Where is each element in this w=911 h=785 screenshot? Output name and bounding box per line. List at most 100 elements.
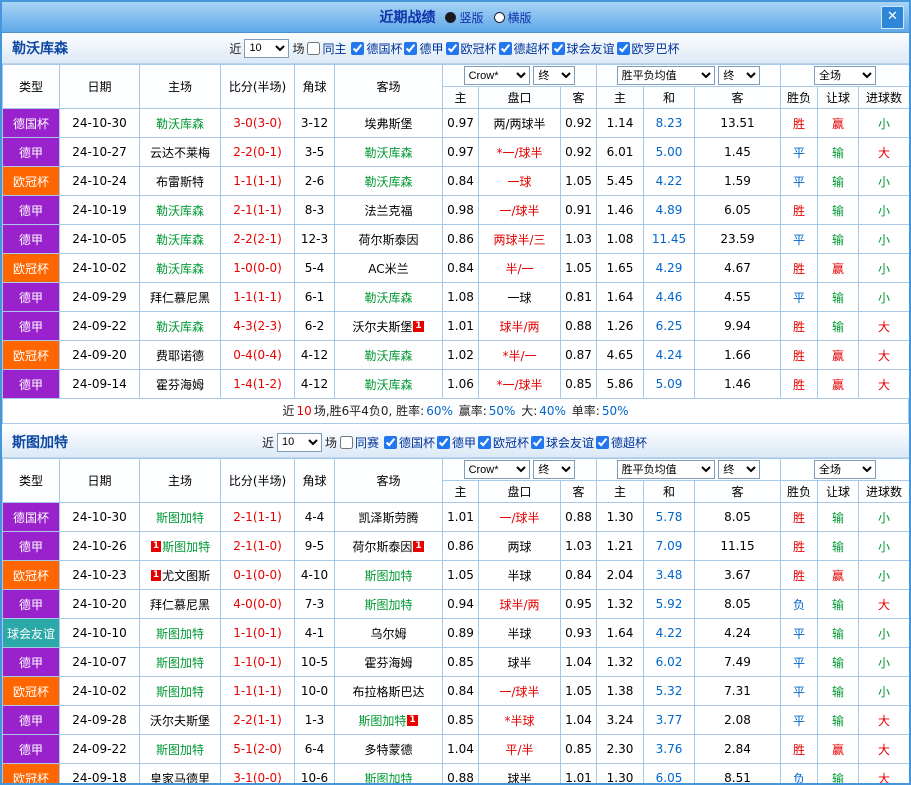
away-team[interactable]: 沃尔夫斯堡1 xyxy=(335,312,443,341)
home-team[interactable]: 1尤文图斯 xyxy=(140,561,221,590)
same-checkbox[interactable] xyxy=(340,436,353,449)
away-team[interactable]: 斯图加特 xyxy=(335,561,443,590)
home-team-name: 斯图加特 xyxy=(162,540,210,554)
away-team[interactable]: 勒沃库森 xyxy=(335,341,443,370)
league-checkbox[interactable] xyxy=(404,42,417,55)
away-team[interactable]: 霍芬海姆 xyxy=(335,648,443,677)
away-team[interactable]: 荷尔斯泰因1 xyxy=(335,532,443,561)
away-team[interactable]: AC米兰 xyxy=(335,254,443,283)
match-count-select[interactable]: 10 xyxy=(244,39,289,58)
layout-vertical-radio[interactable]: 竖版 xyxy=(445,9,483,26)
league-filter[interactable]: 德国杯 xyxy=(384,434,435,451)
league-filter[interactable]: 德甲 xyxy=(437,434,476,451)
odds-time-select[interactable]: 终 xyxy=(533,460,575,479)
league-checkbox[interactable] xyxy=(617,42,630,55)
league-checkbox[interactable] xyxy=(596,436,609,449)
home-team[interactable]: 拜仁慕尼黑 xyxy=(140,283,221,312)
away-team[interactable]: 乌尔姆 xyxy=(335,619,443,648)
league-checkbox[interactable] xyxy=(552,42,565,55)
match-count-select[interactable]: 10 xyxy=(277,433,322,452)
home-team[interactable]: 勒沃库森 xyxy=(140,109,221,138)
away-team[interactable]: 斯图加特 xyxy=(335,764,443,785)
home-team[interactable]: 斯图加特 xyxy=(140,503,221,532)
home-team[interactable]: 云达不莱梅 xyxy=(140,138,221,167)
home-odds: 0.85 xyxy=(443,706,479,735)
corner-cell: 1-3 xyxy=(295,706,335,735)
same-checkbox[interactable] xyxy=(307,42,320,55)
avg-lose: 1.66 xyxy=(695,341,781,370)
league-filter[interactable]: 球会友谊 xyxy=(552,40,615,57)
close-button[interactable]: ✕ xyxy=(881,6,904,29)
home-team-name: 勒沃库森 xyxy=(156,233,204,247)
league-checkbox[interactable] xyxy=(446,42,459,55)
odds-company-select[interactable]: Crow* xyxy=(464,66,530,85)
away-team[interactable]: 埃弗斯堡 xyxy=(335,109,443,138)
away-team[interactable]: 勒沃库森 xyxy=(335,370,443,399)
league-filter[interactable]: 德超杯 xyxy=(596,434,647,451)
league-checkbox[interactable] xyxy=(531,436,544,449)
home-team-name: 斯图加特 xyxy=(156,685,204,699)
away-team[interactable]: 斯图加特 xyxy=(335,590,443,619)
window-title: 近期战绩 xyxy=(379,7,435,27)
home-team[interactable]: 斯图加特 xyxy=(140,735,221,764)
home-team[interactable]: 斯图加特 xyxy=(140,648,221,677)
league-filter[interactable]: 欧冠杯 xyxy=(478,434,529,451)
league-filter[interactable]: 欧冠杯 xyxy=(446,40,497,57)
home-team[interactable]: 布雷斯特 xyxy=(140,167,221,196)
col-date: 日期 xyxy=(60,65,140,109)
home-team[interactable]: 斯图加特 xyxy=(140,619,221,648)
avg-time-select[interactable]: 终 xyxy=(718,460,760,479)
league-checkbox[interactable] xyxy=(384,436,397,449)
home-team[interactable]: 皇家马德里 xyxy=(140,764,221,785)
result-cell: 平 xyxy=(781,706,818,735)
away-team[interactable]: 勒沃库森 xyxy=(335,167,443,196)
away-team[interactable]: 法兰克福 xyxy=(335,196,443,225)
league-cell: 德国杯 xyxy=(3,109,60,138)
scope-select[interactable]: 全场 xyxy=(814,460,876,479)
league-checkbox[interactable] xyxy=(478,436,491,449)
league-filter[interactable]: 德国杯 xyxy=(351,40,402,57)
scope-dropdown-cell: 全场 xyxy=(781,459,910,481)
col-score: 比分(半场) xyxy=(221,65,295,109)
layout-horizontal-radio[interactable]: 横版 xyxy=(494,9,532,26)
avg-type-select[interactable]: 胜平负均值 xyxy=(617,460,715,479)
home-team[interactable]: 霍芬海姆 xyxy=(140,370,221,399)
odds-company-select[interactable]: Crow* xyxy=(464,460,530,479)
league-checkbox[interactable] xyxy=(437,436,450,449)
odds-time-select[interactable]: 终 xyxy=(533,66,575,85)
home-team[interactable]: 勒沃库森 xyxy=(140,225,221,254)
league-checkbox[interactable] xyxy=(499,42,512,55)
league-filter[interactable]: 欧罗巴杯 xyxy=(617,40,680,57)
league-filter[interactable]: 德超杯 xyxy=(499,40,550,57)
home-team[interactable]: 拜仁慕尼黑 xyxy=(140,590,221,619)
date-cell: 24-10-23 xyxy=(60,561,140,590)
away-team[interactable]: 斯图加特1 xyxy=(335,706,443,735)
home-team[interactable]: 勒沃库森 xyxy=(140,254,221,283)
league-checkbox[interactable] xyxy=(351,42,364,55)
away-team[interactable]: 多特蒙德 xyxy=(335,735,443,764)
home-team[interactable]: 斯图加特 xyxy=(140,677,221,706)
games-label: 场 xyxy=(292,40,304,57)
league-filter[interactable]: 德甲 xyxy=(404,40,443,57)
avg-time-select[interactable]: 终 xyxy=(718,66,760,85)
away-team[interactable]: 布拉格斯巴达 xyxy=(335,677,443,706)
home-team[interactable]: 1斯图加特 xyxy=(140,532,221,561)
avg-win: 1.14 xyxy=(597,109,644,138)
home-team[interactable]: 沃尔夫斯堡 xyxy=(140,706,221,735)
away-team[interactable]: 勒沃库森 xyxy=(335,283,443,312)
same-filter[interactable]: 同赛 xyxy=(340,434,379,451)
home-team[interactable]: 勒沃库森 xyxy=(140,196,221,225)
col-odds-away: 客 xyxy=(561,481,597,503)
away-team[interactable]: 荷尔斯泰因 xyxy=(335,225,443,254)
scope-select[interactable]: 全场 xyxy=(814,66,876,85)
away-team[interactable]: 勒沃库森 xyxy=(335,138,443,167)
same-filter[interactable]: 同主 xyxy=(307,40,346,57)
away-team[interactable]: 凯泽斯劳腾 xyxy=(335,503,443,532)
avg-type-select[interactable]: 胜平负均值 xyxy=(617,66,715,85)
home-team[interactable]: 勒沃库森 xyxy=(140,312,221,341)
col-result: 胜负 xyxy=(781,481,818,503)
corner-cell: 6-4 xyxy=(295,735,335,764)
avg-win: 2.30 xyxy=(597,735,644,764)
home-team[interactable]: 费耶诺德 xyxy=(140,341,221,370)
league-filter[interactable]: 球会友谊 xyxy=(531,434,594,451)
